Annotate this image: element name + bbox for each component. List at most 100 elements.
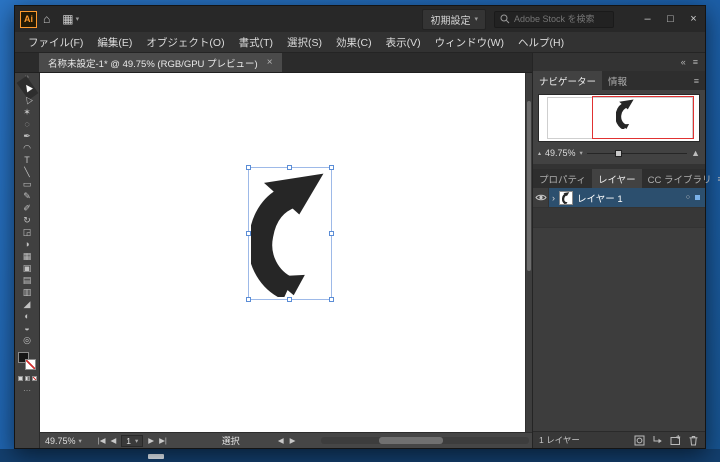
- selection-handle[interactable]: [287, 297, 292, 302]
- stock-search-box[interactable]: [494, 11, 614, 28]
- main-area: 名称未設定-1* @ 49.75% (RGB/GPU プレビュー) × » ▶ …: [15, 53, 705, 448]
- selection-handle[interactable]: [329, 165, 334, 170]
- chevron-down-icon: ▾: [474, 15, 478, 23]
- illustrator-logo: Ai: [20, 11, 37, 28]
- type-tool[interactable]: T: [17, 154, 38, 166]
- taskbar-app-indicator[interactable]: [148, 454, 164, 459]
- curvature-tool[interactable]: ◠: [17, 142, 38, 154]
- menu-help[interactable]: ヘルプ(H): [511, 35, 571, 50]
- tab-properties[interactable]: プロパティ: [533, 169, 592, 188]
- selected-artwork-arrow[interactable]: [251, 170, 329, 297]
- layer-row[interactable]: › レイヤー 1 ○: [533, 188, 705, 208]
- layer-row-selected[interactable]: › レイヤー 1 ○: [549, 188, 705, 207]
- menu-effect[interactable]: 効果(C): [329, 35, 379, 50]
- mesh-tool[interactable]: ▤: [17, 274, 38, 286]
- navigator-preview[interactable]: [538, 94, 700, 142]
- tab-info[interactable]: 情報: [602, 71, 633, 90]
- new-sublayer-icon[interactable]: [652, 435, 663, 446]
- chevron-down-icon[interactable]: ▾: [580, 149, 583, 157]
- workspace-switcher[interactable]: 初期設定 ▾: [422, 9, 486, 30]
- menu-select[interactable]: 選択(S): [280, 35, 329, 50]
- selection-handle[interactable]: [329, 297, 334, 302]
- navigator-view-box[interactable]: [592, 96, 694, 139]
- selection-color-chip[interactable]: [694, 194, 701, 201]
- status-left-arrow-icon[interactable]: ◀: [278, 436, 284, 445]
- maximize-button[interactable]: □: [659, 6, 682, 32]
- zoom-control[interactable]: 49.75% ▾: [45, 436, 82, 446]
- artboard-number-field[interactable]: 1 ▾: [121, 435, 143, 447]
- pen-tool[interactable]: ✒: [17, 130, 38, 142]
- tab-navigator[interactable]: ナビゲーター: [533, 71, 602, 90]
- zoom-out-icon[interactable]: ▴: [538, 150, 541, 157]
- paintbrush-tool[interactable]: ✎: [17, 190, 38, 202]
- close-button[interactable]: ×: [682, 6, 705, 32]
- shape-builder-tool[interactable]: ▣: [17, 262, 38, 274]
- stroke-swatch[interactable]: [25, 359, 36, 370]
- layer-name[interactable]: レイヤー 1: [577, 191, 682, 205]
- horizontal-scrollbar-thumb[interactable]: [379, 437, 443, 444]
- selection-handle[interactable]: [329, 231, 334, 236]
- menu-view[interactable]: 表示(V): [379, 35, 428, 50]
- status-right-arrow-icon[interactable]: ▶: [290, 436, 296, 445]
- menu-window[interactable]: ウィンドウ(W): [428, 35, 511, 50]
- selection-handle[interactable]: [246, 165, 251, 170]
- vertical-scrollbar[interactable]: [525, 73, 532, 432]
- rectangle-tool[interactable]: ▭: [17, 178, 38, 190]
- canvas[interactable]: [40, 73, 525, 432]
- zoom-tool[interactable]: ◎: [17, 334, 38, 346]
- navigator-zoom-row: ▴ 49.75% ▾ ▲: [533, 142, 705, 164]
- scale-tool[interactable]: ◲: [17, 226, 38, 238]
- menu-type[interactable]: 書式(T): [232, 35, 280, 50]
- collapse-panels-icon[interactable]: «: [681, 57, 686, 67]
- menu-file[interactable]: ファイル(F): [21, 35, 90, 50]
- delete-layer-icon[interactable]: [688, 435, 699, 446]
- tab-cc-libraries[interactable]: CC ライブラリ: [642, 169, 718, 188]
- selection-bounding-box[interactable]: [248, 167, 332, 300]
- navigator-zoom-value[interactable]: 49.75%: [545, 148, 576, 158]
- visibility-cell[interactable]: [533, 188, 549, 207]
- document-tab[interactable]: 名称未設定-1* @ 49.75% (RGB/GPU プレビュー) ×: [39, 53, 282, 72]
- zoom-in-icon[interactable]: ▲: [691, 148, 700, 158]
- pencil-tool[interactable]: ✐: [17, 202, 38, 214]
- rotate-tool[interactable]: ↻: [17, 214, 38, 226]
- vertical-scrollbar-thumb[interactable]: [527, 101, 531, 271]
- lasso-tool[interactable]: ◌: [17, 118, 38, 130]
- hand-tool[interactable]: ◒: [17, 322, 38, 334]
- minimize-button[interactable]: –: [636, 6, 659, 32]
- home-icon[interactable]: ⌂: [37, 12, 56, 26]
- horizontal-scrollbar[interactable]: [321, 437, 529, 444]
- line-segment-tool[interactable]: ╲: [17, 166, 38, 178]
- width-tool[interactable]: ◑: [17, 238, 38, 250]
- windows-taskbar[interactable]: [0, 449, 720, 462]
- tab-layers[interactable]: レイヤー: [592, 169, 642, 188]
- slider-thumb[interactable]: [615, 150, 622, 157]
- color-button[interactable]: [18, 376, 23, 381]
- selection-handle[interactable]: [246, 297, 251, 302]
- make-mask-icon[interactable]: [634, 435, 645, 446]
- first-artboard-icon[interactable]: |◀: [98, 436, 106, 445]
- gradient-button[interactable]: [25, 376, 30, 381]
- free-transform-tool[interactable]: ▦: [17, 250, 38, 262]
- toolbar-overflow-icon[interactable]: ⋯: [23, 386, 31, 395]
- menu-object[interactable]: オブジェクト(O): [139, 35, 231, 50]
- dock-menu-icon[interactable]: ≡: [693, 57, 698, 67]
- selection-handle[interactable]: [287, 165, 292, 170]
- chevron-down-icon[interactable]: ▾: [76, 15, 80, 23]
- none-button[interactable]: [32, 376, 37, 381]
- blend-tool[interactable]: ◐: [17, 310, 38, 322]
- menu-edit[interactable]: 編集(E): [90, 35, 139, 50]
- gradient-tool[interactable]: ▥: [17, 286, 38, 298]
- eyedropper-tool[interactable]: ◢: [17, 298, 38, 310]
- last-artboard-icon[interactable]: ▶|: [159, 436, 167, 445]
- new-layer-icon[interactable]: [670, 435, 681, 446]
- tab-close-icon[interactable]: ×: [267, 57, 273, 68]
- target-circle-icon[interactable]: ○: [686, 194, 690, 201]
- selection-handle[interactable]: [246, 231, 251, 236]
- next-artboard-icon[interactable]: ▶: [148, 436, 154, 445]
- panel-menu-icon[interactable]: ≡: [694, 71, 705, 90]
- navigator-zoom-slider[interactable]: [587, 150, 687, 157]
- search-input[interactable]: [514, 14, 608, 24]
- previous-artboard-icon[interactable]: ◀: [111, 436, 117, 445]
- title-bar: Ai ⌂ ▦ ▾ 初期設定 ▾ – □ ×: [15, 6, 705, 32]
- expand-chevron-icon[interactable]: ›: [552, 193, 555, 203]
